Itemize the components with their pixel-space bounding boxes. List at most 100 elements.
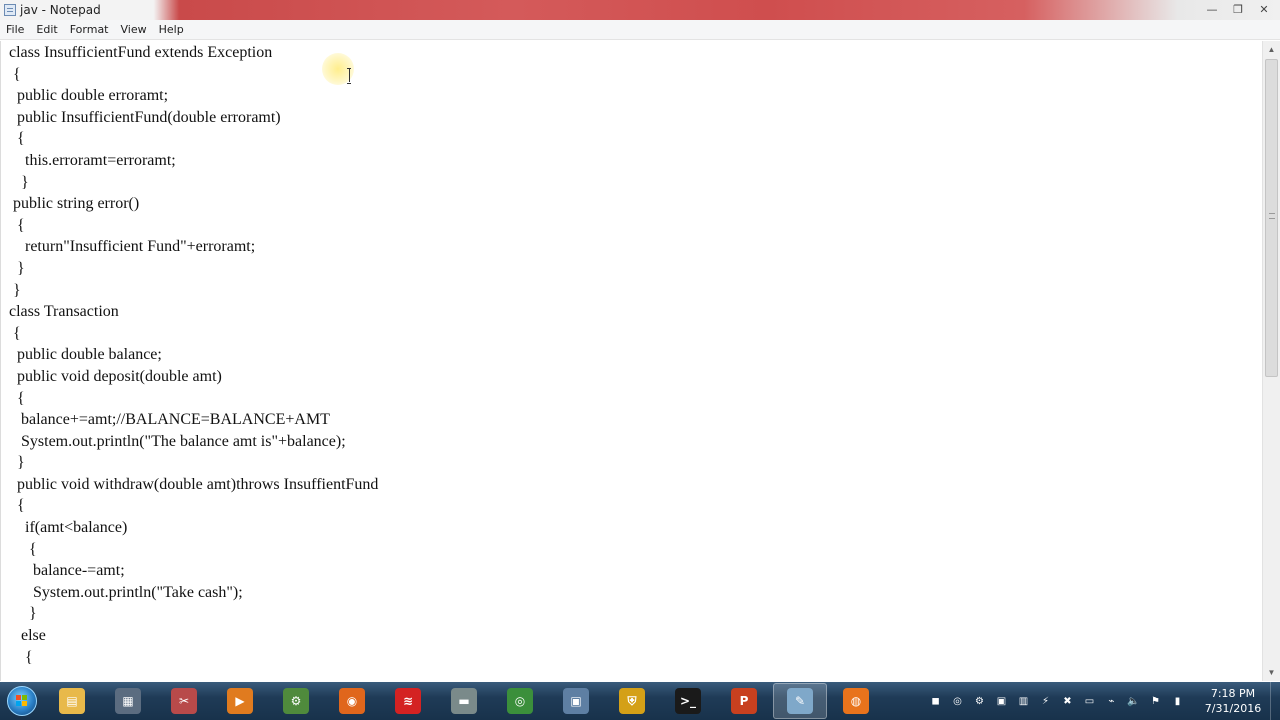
text-editor[interactable]: class InsufficientFund extends Exception… <box>0 41 1262 681</box>
menu-format[interactable]: Format <box>64 20 115 40</box>
menu-bar: File Edit Format View Help <box>0 20 1280 40</box>
recorder-icon: ◍ <box>843 688 869 714</box>
tool-icon: ⚙ <box>283 688 309 714</box>
calculator-icon: ▦ <box>115 688 141 714</box>
code-line[interactable]: { <box>9 323 1262 345</box>
code-line[interactable]: { <box>9 128 1262 150</box>
code-line[interactable]: } <box>9 603 1262 625</box>
code-line[interactable]: public double balance; <box>9 344 1262 366</box>
taskbar-button[interactable]: ✂ <box>157 683 211 719</box>
minimize-button[interactable]: — <box>1200 1 1224 17</box>
snipping-tool-icon: ✂ <box>171 688 197 714</box>
taskbar-button[interactable]: ▶ <box>213 683 267 719</box>
window-icon: ▣ <box>563 688 589 714</box>
code-line[interactable]: { <box>9 647 1262 669</box>
taskbar-button[interactable]: ⚙ <box>269 683 323 719</box>
code-line[interactable]: balance-=amt; <box>9 560 1262 582</box>
code-line[interactable]: balance+=amt;//BALANCE=BALANCE+AMT <box>9 409 1262 431</box>
media-player-icon: ▶ <box>227 688 253 714</box>
taskbar-button[interactable]: P <box>717 683 771 719</box>
powerpoint-icon: P <box>731 688 757 714</box>
file-explorer-icon: ▤ <box>59 688 85 714</box>
taskbar-button[interactable]: ≋ <box>381 683 435 719</box>
code-line[interactable]: } <box>9 452 1262 474</box>
code-line[interactable]: } <box>9 258 1262 280</box>
code-line[interactable]: class InsufficientFund extends Exception <box>9 42 1262 64</box>
taskbar-button[interactable]: ▦ <box>101 683 155 719</box>
code-line[interactable]: public void deposit(double amt) <box>9 366 1262 388</box>
code-line[interactable]: { <box>9 388 1262 410</box>
window-title: jav - Notepad <box>20 3 101 17</box>
taskbar-button[interactable]: ▣ <box>549 683 603 719</box>
code-text[interactable]: class InsufficientFund extends Exception… <box>1 41 1262 668</box>
code-line[interactable]: { <box>9 64 1262 86</box>
code-line[interactable]: public void withdraw(double amt)throws I… <box>9 474 1262 496</box>
notepad-app-icon[interactable] <box>4 4 16 16</box>
command-prompt-icon: >_ <box>675 688 701 714</box>
taskbar-button[interactable]: ✎ <box>773 683 827 719</box>
menu-help[interactable]: Help <box>153 20 190 40</box>
system-tray: ◼ ◎ ⚙ ▣ ▥ ⚡ ✖ ▭ ⌁ 🔈 ⚑ ▮ <box>926 682 1187 720</box>
tray-alert-icon[interactable]: ⚑ <box>1146 693 1165 709</box>
tray-monitor-icon[interactable]: ▭ <box>1080 693 1099 709</box>
taskbar-button[interactable]: >_ <box>661 683 715 719</box>
notepad-icon: ✎ <box>787 688 813 714</box>
code-line[interactable]: return"Insufficient Fund"+erroramt; <box>9 236 1262 258</box>
tray-signal-icon[interactable]: ▮ <box>1168 693 1187 709</box>
taskbar-button[interactable]: ⛨ <box>605 683 659 719</box>
taskbar-button[interactable]: ◎ <box>493 683 547 719</box>
window-controls: — ❐ ✕ <box>1200 1 1276 17</box>
code-line[interactable]: public double erroramt; <box>9 85 1262 107</box>
tray-security-icon[interactable]: ✖ <box>1058 693 1077 709</box>
scroll-thumb[interactable] <box>1265 59 1278 377</box>
title-bar[interactable]: jav - Notepad — ❐ ✕ <box>0 0 1280 20</box>
taskbar-button[interactable]: ◍ <box>829 683 883 719</box>
chrome-icon: ◎ <box>507 688 533 714</box>
firefox-icon: ◉ <box>339 688 365 714</box>
tray-volume-icon[interactable]: 🔈 <box>1124 693 1143 709</box>
code-line[interactable]: System.out.println("Take cash"); <box>9 582 1262 604</box>
code-line[interactable]: public InsufficientFund(double erroramt) <box>9 107 1262 129</box>
maximize-button[interactable]: ❐ <box>1226 1 1250 17</box>
tray-recorder-icon[interactable]: ◼ <box>926 693 945 709</box>
menu-edit[interactable]: Edit <box>30 20 63 40</box>
tray-tool-icon[interactable]: ⚙ <box>970 693 989 709</box>
windows-logo-icon <box>7 686 37 716</box>
code-line[interactable]: public string error() <box>9 193 1262 215</box>
tray-app-icon[interactable]: ▣ <box>992 693 1011 709</box>
code-line[interactable]: System.out.println("The balance amt is"+… <box>9 431 1262 453</box>
taskbar-clock[interactable]: 7:18 PM 7/31/2016 <box>1198 686 1268 716</box>
clock-date: 7/31/2016 <box>1204 702 1262 715</box>
code-line[interactable]: class Transaction <box>9 301 1262 323</box>
vertical-scrollbar[interactable]: ▲ ▼ <box>1262 41 1280 681</box>
text-cursor-icon <box>347 68 351 84</box>
clock-time: 7:18 PM <box>1210 687 1256 700</box>
show-desktop-button[interactable] <box>1270 682 1280 720</box>
menu-file[interactable]: File <box>0 20 30 40</box>
start-button[interactable] <box>0 682 44 720</box>
aircel-icon: ≋ <box>395 688 421 714</box>
code-line[interactable]: if(amt<balance) <box>9 517 1262 539</box>
taskbar-button[interactable]: ▤ <box>45 683 99 719</box>
taskbar-button[interactable]: ◉ <box>325 683 379 719</box>
tray-usb-icon[interactable]: ⌁ <box>1102 693 1121 709</box>
code-line[interactable]: } <box>9 172 1262 194</box>
taskbar-button[interactable]: ▬ <box>437 683 491 719</box>
close-button[interactable]: ✕ <box>1252 1 1276 17</box>
scroll-up-arrow-icon[interactable]: ▲ <box>1263 41 1280 58</box>
tray-network-icon[interactable]: ⚡ <box>1036 693 1055 709</box>
shield-icon: ⛨ <box>619 688 645 714</box>
taskbar: ▤ ▦ ✂ ▶ ⚙ ◉ ≋ ▬ ◎ ▣ ⛨ >_ P ✎ ◍ ◼ ◎ ⚙ ▣ ▥ ⚡ ✖ ▭ ⌁ 🔈 ⚑ ▮ 7:18 PM 7/… <box>0 682 1280 720</box>
code-line[interactable]: { <box>9 539 1262 561</box>
code-line[interactable]: } <box>9 280 1262 302</box>
code-line[interactable]: this.erroramt=erroramt; <box>9 150 1262 172</box>
code-line[interactable]: else <box>9 625 1262 647</box>
scroll-down-arrow-icon[interactable]: ▼ <box>1263 664 1280 681</box>
menu-view[interactable]: View <box>115 20 153 40</box>
tray-chart-icon[interactable]: ▥ <box>1014 693 1033 709</box>
taskbar-apps: ▤ ▦ ✂ ▶ ⚙ ◉ ≋ ▬ ◎ ▣ ⛨ >_ P ✎ ◍ <box>44 683 884 719</box>
code-line[interactable]: { <box>9 495 1262 517</box>
tray-chrome-icon[interactable]: ◎ <box>948 693 967 709</box>
thumb-grip-icon <box>1269 213 1275 219</box>
code-line[interactable]: { <box>9 215 1262 237</box>
